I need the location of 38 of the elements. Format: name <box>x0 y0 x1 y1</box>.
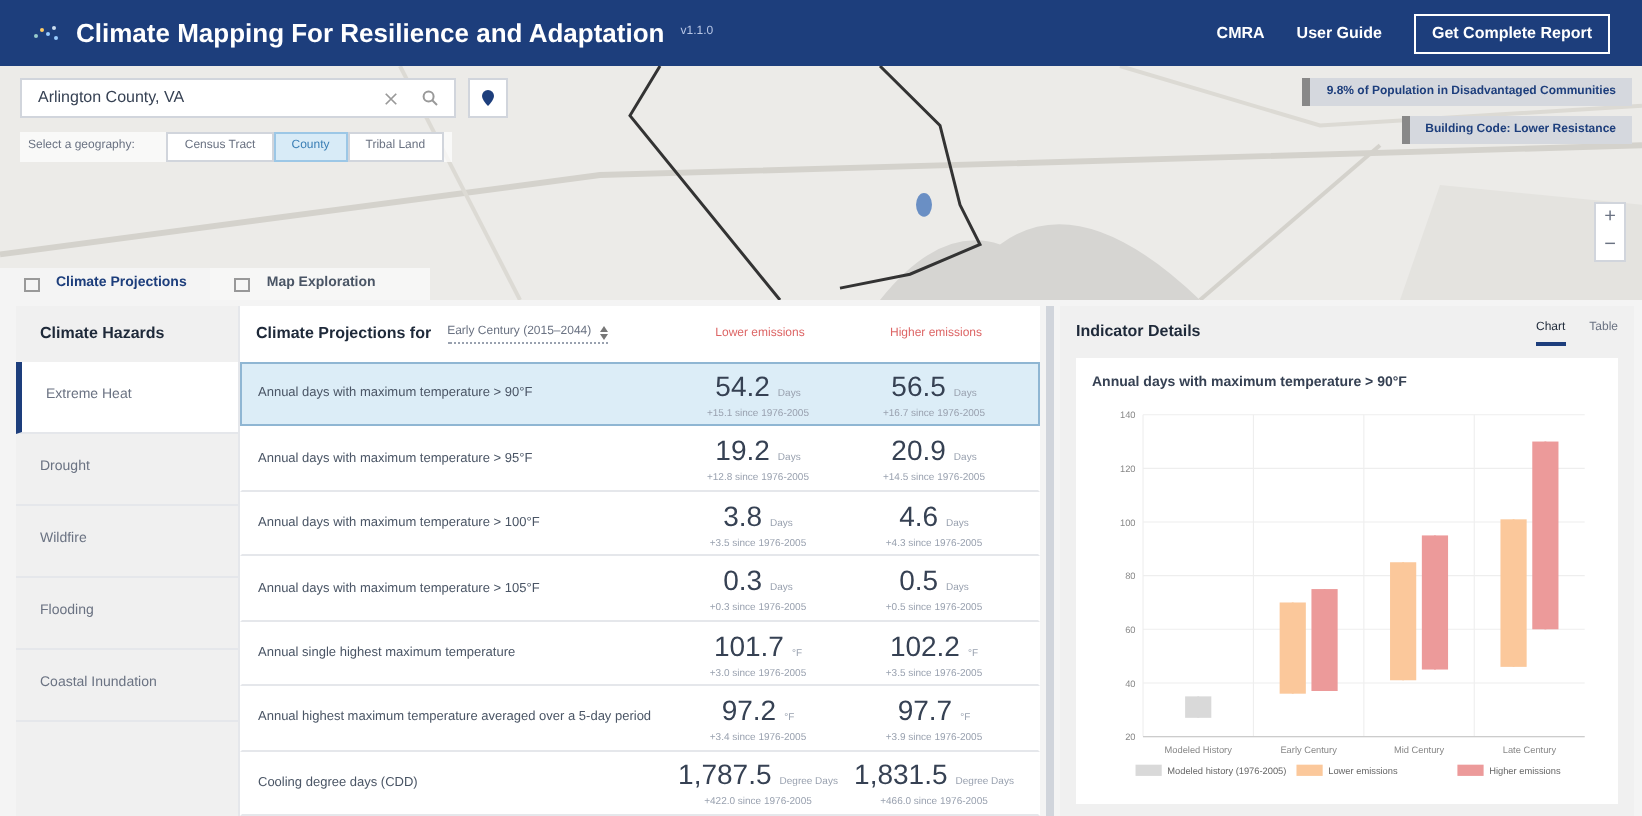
range-bar <box>1185 694 1212 718</box>
locate-button[interactable] <box>468 78 508 118</box>
value: 1,787.5 <box>678 756 772 795</box>
dots-logo-icon <box>32 23 60 43</box>
sidebar-title: Climate Hazards <box>38 322 167 346</box>
search-value: Arlington County, VA <box>38 86 185 110</box>
report-button[interactable]: Get Complete Report <box>1413 13 1610 53</box>
value: 1,831.5 <box>854 756 948 795</box>
search-icon[interactable] <box>422 90 438 106</box>
details-title: Indicator Details <box>1076 320 1201 344</box>
value: 97.2 <box>721 692 777 731</box>
zoom-button[interactable]: + <box>1596 204 1624 232</box>
value: 101.7 <box>713 627 784 666</box>
nav-link[interactable]: User Guide <box>1296 21 1382 45</box>
tab-icon <box>24 277 40 291</box>
range-bar <box>1311 587 1338 691</box>
value: 0.5 <box>899 562 939 601</box>
value: 54.2 <box>715 367 770 406</box>
range-bar <box>1390 560 1417 681</box>
app-title: Climate Mapping For Resilience and Adaptation <box>76 15 665 52</box>
zoom-button[interactable]: − <box>1596 232 1624 260</box>
value: 0.3 <box>723 562 763 601</box>
clear-icon[interactable] <box>384 91 398 105</box>
pin-icon <box>482 90 494 106</box>
sort-caret-icon <box>599 326 608 340</box>
tab-icon <box>234 277 251 291</box>
value: 56.5 <box>891 367 946 406</box>
value: 102.2 <box>889 627 960 666</box>
search-field[interactable]: Arlington County, VA <box>20 78 456 118</box>
projections-title: Climate Projections for <box>256 322 432 346</box>
value: 97.7 <box>897 692 953 731</box>
value: 19.2 <box>715 432 770 471</box>
value: 20.9 <box>891 432 946 471</box>
range-bar <box>1279 600 1306 694</box>
value: 3.8 <box>723 497 763 536</box>
nav-link[interactable]: CMRA <box>1216 21 1265 45</box>
value: 4.6 <box>899 497 939 536</box>
range-bar <box>1421 533 1449 670</box>
